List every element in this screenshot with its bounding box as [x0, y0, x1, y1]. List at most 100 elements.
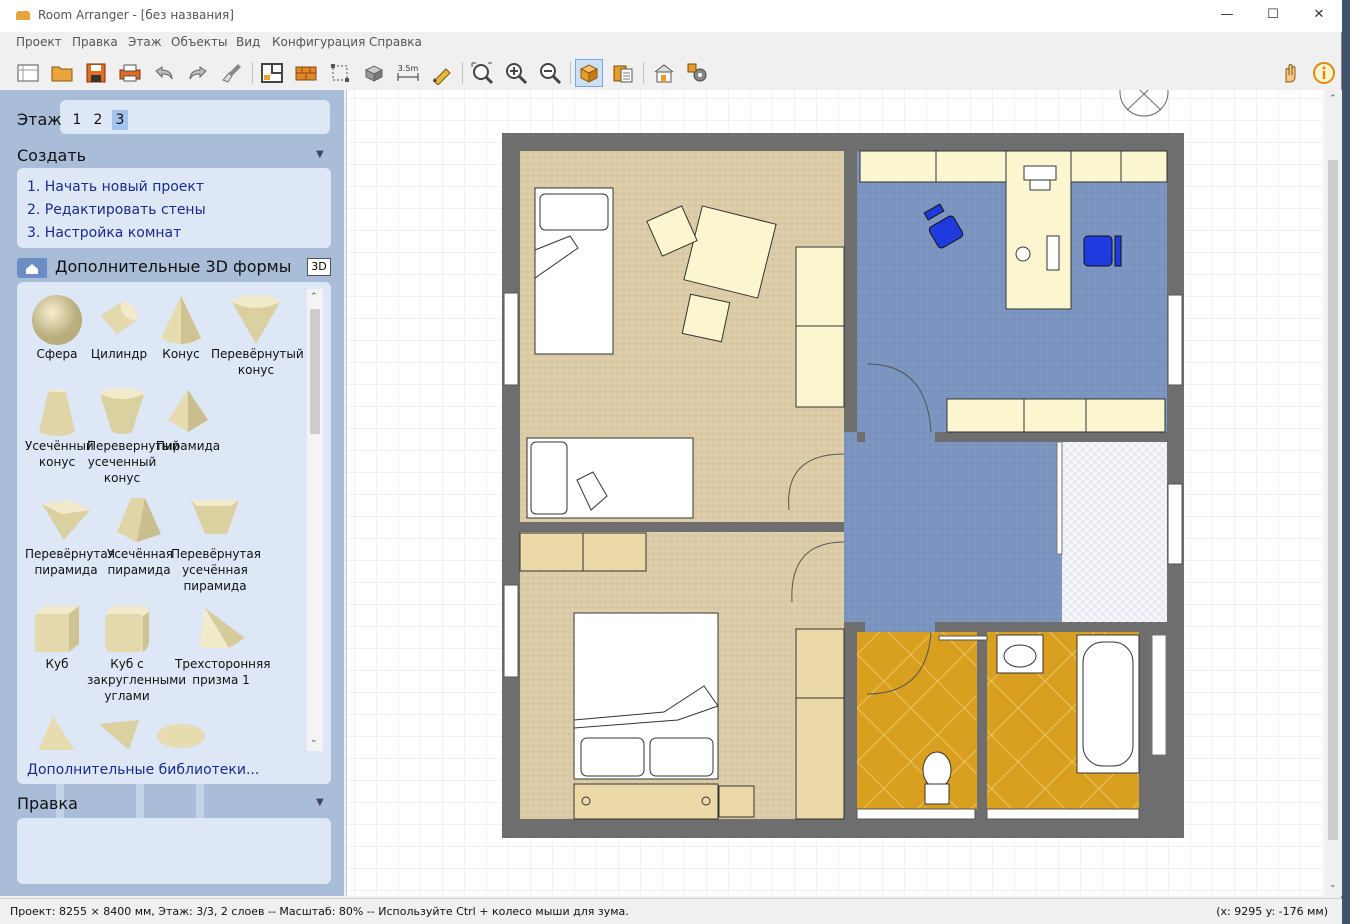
- shape-cone[interactable]: Конус: [149, 294, 213, 362]
- scroll-thumb[interactable]: [310, 309, 320, 434]
- title-bar: Room Arranger - [без названия] — ☐ ✕: [0, 0, 1342, 32]
- hand-tool-icon[interactable]: [1276, 59, 1304, 87]
- house-3d-icon[interactable]: [650, 59, 678, 87]
- save-icon[interactable]: [82, 59, 110, 87]
- bathroom-window-2[interactable]: [986, 808, 1140, 820]
- left-sidebar: Этаж 1 2 3 Создать ▼ 1. Начать новый про…: [0, 90, 344, 896]
- menu-project[interactable]: Проект: [16, 35, 62, 49]
- shape-truncated-pyramid[interactable]: Усечённая пирамида: [107, 494, 173, 578]
- close-button[interactable]: ✕: [1296, 0, 1342, 32]
- shape-sphere[interactable]: Сфера: [25, 294, 89, 362]
- minimize-button[interactable]: —: [1204, 0, 1250, 32]
- low-cabinets[interactable]: [946, 398, 1166, 433]
- shape-partial-rounded[interactable]: [149, 714, 213, 750]
- scroll-up-icon[interactable]: ⌃: [1329, 94, 1337, 104]
- shape-label: Куб с закругленными углами: [87, 657, 187, 703]
- create-section-title: Создать: [17, 146, 87, 165]
- step-new-project-link[interactable]: 1. Начать новый проект: [27, 179, 204, 195]
- 3d-badge-button[interactable]: 3D: [307, 258, 331, 276]
- shape-cube[interactable]: Куб: [25, 604, 89, 672]
- shape-label: Куб: [45, 657, 69, 671]
- zoom-fit-icon[interactable]: [468, 59, 496, 87]
- shape-partial-pyramid[interactable]: [25, 714, 89, 750]
- collapse-chevron-icon[interactable]: ▼: [316, 149, 324, 160]
- menu-configuration[interactable]: Конфигурация: [272, 35, 365, 49]
- menu-edit[interactable]: Правка: [72, 35, 118, 49]
- menu-objects[interactable]: Объекты: [171, 35, 227, 49]
- zoom-out-icon[interactable]: [536, 59, 564, 87]
- towel-rail[interactable]: [938, 635, 988, 641]
- floor-tab-2[interactable]: 2: [90, 110, 106, 130]
- scroll-down-icon[interactable]: ⌄: [310, 735, 318, 745]
- new-document-icon[interactable]: [14, 59, 42, 87]
- floor-tab-3[interactable]: 3: [112, 110, 128, 130]
- office-chair-2[interactable]: [1083, 235, 1122, 267]
- menu-floor[interactable]: Этаж: [128, 35, 162, 49]
- floor-plan-icon[interactable]: [258, 59, 286, 87]
- floor-plan-canvas[interactable]: [346, 90, 1324, 896]
- info-icon[interactable]: [1310, 59, 1338, 87]
- bathroom-window[interactable]: [856, 808, 976, 820]
- dresser[interactable]: [519, 532, 647, 572]
- object-3d-icon[interactable]: [360, 59, 388, 87]
- shapes-scrollbar[interactable]: ⌃ ⌄: [307, 289, 323, 751]
- edit-panel: [17, 818, 331, 884]
- menu-view[interactable]: Вид: [236, 35, 260, 49]
- nightstand[interactable]: [718, 785, 755, 818]
- more-libraries-link[interactable]: Дополнительные библиотеки...: [27, 762, 259, 778]
- brush-icon[interactable]: [218, 59, 246, 87]
- scroll-up-icon[interactable]: ⌃: [310, 292, 318, 302]
- floor-label: Этаж: [17, 110, 62, 129]
- measure-pencil-icon[interactable]: [428, 59, 456, 87]
- scroll-down-icon[interactable]: ⌄: [1329, 880, 1337, 890]
- desktop-background: [1342, 0, 1350, 924]
- shape-triangular-prism[interactable]: Трехсторонняя призма 1: [175, 604, 270, 688]
- shape-pyramid[interactable]: Пирамида: [149, 386, 227, 454]
- box-3d-icon[interactable]: [575, 59, 603, 87]
- shape-cylinder[interactable]: Цилиндр: [87, 294, 151, 362]
- zoom-in-icon[interactable]: [502, 59, 530, 87]
- wardrobe-2[interactable]: [795, 628, 845, 820]
- room-hall[interactable]: [844, 442, 1062, 622]
- open-folder-icon[interactable]: [48, 59, 76, 87]
- settings-gear-icon[interactable]: [684, 59, 712, 87]
- print-icon[interactable]: [116, 59, 144, 87]
- bed-2[interactable]: [526, 437, 694, 519]
- shape-partial-wedge[interactable]: [87, 714, 151, 750]
- step-rooms-setup-link[interactable]: 3. Настройка комнат: [27, 225, 181, 241]
- maximize-button[interactable]: ☐: [1250, 0, 1296, 32]
- bathtub[interactable]: [1076, 634, 1140, 774]
- shower-door[interactable]: [1056, 441, 1063, 555]
- menu-bar: Проект Правка Этаж Объекты Вид Конфигура…: [0, 34, 1342, 52]
- shape-rounded-cube[interactable]: Куб с закругленными углами: [87, 604, 187, 704]
- room-corners-icon[interactable]: [326, 59, 354, 87]
- home-icon[interactable]: [17, 258, 47, 278]
- redo-icon[interactable]: [184, 59, 212, 87]
- wall-brick-icon[interactable]: [292, 59, 320, 87]
- wardrobe-1[interactable]: [795, 246, 845, 408]
- menu-help[interactable]: Справка: [369, 35, 422, 49]
- office-desk[interactable]: [1005, 150, 1072, 310]
- dimension-icon[interactable]: 3.5m: [394, 59, 422, 87]
- canvas-scroll-thumb[interactable]: [1328, 160, 1338, 840]
- double-bed[interactable]: [573, 612, 719, 820]
- floor-plan-drawing[interactable]: [347, 90, 1324, 896]
- shape-label: Перевёрнутая усечённая пирамида: [171, 547, 261, 593]
- shape-truncated-cone[interactable]: Усечённый конус: [25, 386, 94, 470]
- app-window: Room Arranger - [без названия] — ☐ ✕ Про…: [0, 0, 1342, 924]
- shape-inverted-truncated-cone[interactable]: Перевернутый усеченный конус: [87, 386, 180, 486]
- floor-tab-1[interactable]: 1: [69, 110, 85, 130]
- shape-inverted-pyramid[interactable]: Перевёрнутая пирамида: [25, 494, 115, 578]
- bed-1[interactable]: [534, 187, 614, 355]
- canvas-scrollbar[interactable]: ⌃ ⌄: [1324, 90, 1342, 896]
- collapse-chevron-icon[interactable]: ▼: [316, 797, 324, 808]
- sink[interactable]: [996, 634, 1044, 674]
- shape-inverted-truncated-pyramid[interactable]: Перевёрнутая усечённая пирамида: [171, 494, 261, 594]
- library-icon[interactable]: [609, 59, 637, 87]
- toilet[interactable]: [922, 751, 952, 805]
- undo-icon[interactable]: [150, 59, 178, 87]
- step-edit-walls-link[interactable]: 2. Редактировать стены: [27, 202, 206, 218]
- shower-area[interactable]: [1062, 442, 1167, 622]
- shape-inverted-cone[interactable]: Перевёрнутый конус: [211, 294, 304, 378]
- shape-label: Цилиндр: [90, 347, 148, 361]
